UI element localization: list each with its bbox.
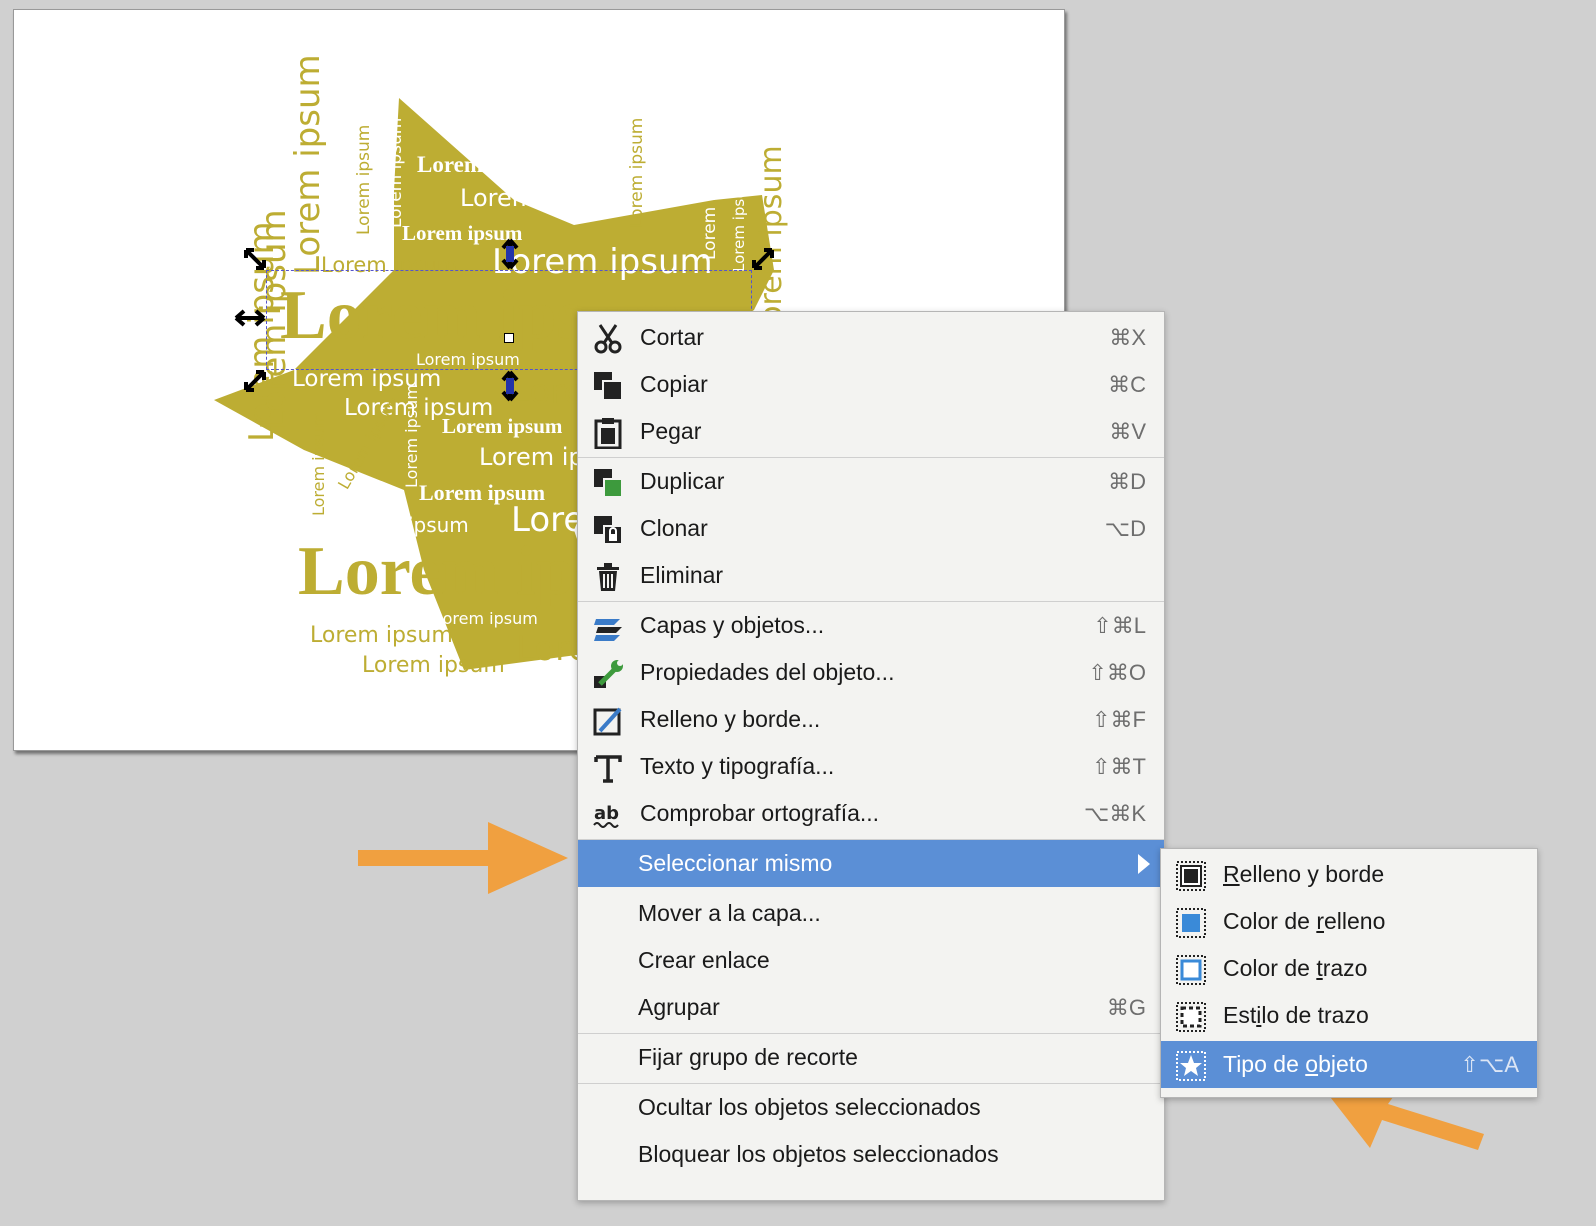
menu-item-comprobar-ortografia[interactable]: ab Comprobar ortografía... ⌥⌘K: [578, 790, 1164, 837]
menu-item-shortcut: ⌘C: [1108, 372, 1146, 397]
menu-item-agrupar[interactable]: Agrupar ⌘G: [578, 984, 1164, 1031]
menu-item-shortcut: ⇧⌘T: [1092, 754, 1146, 779]
spellcheck-icon: ab: [593, 803, 619, 828]
text-icon: [594, 755, 622, 783]
submenu-item-label: Color de trazo: [1223, 955, 1368, 981]
wrench-icon: [594, 660, 623, 688]
menu-item-label: Texto y tipografía...: [640, 753, 835, 779]
menu-item-label: Copiar: [640, 371, 708, 397]
menu-item-eliminar[interactable]: Eliminar: [578, 552, 1164, 599]
svg-text:ab: ab: [594, 803, 619, 824]
word-text: Lorem ipsum: [402, 384, 421, 488]
paste-icon: [594, 418, 622, 449]
callout-arrow-right-icon: [358, 822, 568, 894]
copy-icon: [594, 372, 623, 401]
menu-item-label: Seleccionar mismo: [638, 850, 833, 876]
menu-item-duplicar[interactable]: Duplicar ⌘D: [578, 458, 1164, 505]
word-text: Lorem ipsum: [386, 117, 406, 228]
submenu-item-relleno-y-borde[interactable]: Relleno y borde: [1161, 851, 1537, 898]
menu-item-pegar[interactable]: Pegar ⌘V: [578, 408, 1164, 455]
word-text: Lorem ipsum: [627, 117, 647, 228]
menu-item-relleno-y-borde[interactable]: Relleno y borde... ⇧⌘F: [578, 696, 1164, 743]
resize-handle-ne-icon[interactable]: [750, 246, 776, 272]
submenu-item-shortcut: ⇧⌥A: [1460, 1052, 1519, 1077]
submenu-seleccionar-mismo: Relleno y borde Color de relleno Color d…: [1160, 848, 1538, 1098]
menu-item-label: Mover a la capa...: [638, 900, 821, 926]
same-stroke-color-icon: [1176, 955, 1206, 985]
menu-item-clonar[interactable]: Clonar ⌥D: [578, 505, 1164, 552]
menu-item-label: Cortar: [640, 324, 704, 350]
menu-item-shortcut: ⌘G: [1106, 995, 1146, 1020]
trash-icon: [597, 563, 619, 591]
menu-item-cortar[interactable]: Cortar ⌘X: [578, 314, 1164, 361]
submenu-item-estilo-de-trazo[interactable]: Estilo de trazo: [1161, 992, 1537, 1039]
menu-item-shortcut: ⌥⌘K: [1083, 801, 1146, 826]
resize-handle-nw-icon[interactable]: [242, 246, 268, 272]
layers-icon: [594, 619, 622, 641]
same-object-type-icon: [1176, 1051, 1206, 1081]
menu-item-shortcut: ⌥D: [1104, 516, 1146, 541]
menu-item-label: Capas y objetos...: [640, 612, 825, 638]
resize-handle-n-icon[interactable]: [498, 238, 522, 270]
submenu-item-label: Color de relleno: [1223, 908, 1386, 934]
menu-item-fijar-grupo-de-recorte[interactable]: Fijar grupo de recorte: [578, 1034, 1164, 1081]
menu-item-mover-a-la-capa[interactable]: Mover a la capa...: [578, 890, 1164, 937]
submenu-item-label: Estilo de trazo: [1223, 1002, 1369, 1028]
word-text: Lorem ipsum: [288, 54, 328, 275]
menu-item-bloquear-objetos[interactable]: Bloquear los objetos seleccionados: [578, 1131, 1164, 1178]
word-text: Lorem ipsum: [309, 412, 328, 516]
submenu-item-label: Relleno y borde: [1223, 861, 1385, 887]
word-text: Lorem ipsum: [310, 623, 453, 648]
menu-item-seleccionar-mismo[interactable]: Seleccionar mismo: [578, 840, 1164, 887]
same-stroke-style-icon: [1176, 1002, 1206, 1032]
menu-item-shortcut: ⌘X: [1109, 325, 1146, 350]
word-text: Lorem ipsum: [417, 152, 549, 177]
resize-handle-w-icon[interactable]: [234, 306, 266, 330]
menu-item-label: Fijar grupo de recorte: [638, 1044, 858, 1070]
clone-icon: [594, 516, 623, 545]
menu-item-label: Bloquear los objetos seleccionados: [638, 1141, 999, 1167]
word-text: Lorem ipsum: [362, 653, 505, 678]
scissors-icon: [594, 324, 622, 354]
word-text: Lorem ipsum: [730, 174, 748, 272]
resize-handle-sw-icon[interactable]: [242, 368, 268, 394]
same-fill-stroke-icon: [1176, 861, 1206, 891]
submenu-item-color-de-trazo[interactable]: Color de trazo: [1161, 945, 1537, 992]
menu-item-shortcut: ⇧⌘L: [1093, 613, 1146, 638]
menu-item-label: Relleno y borde...: [640, 706, 821, 732]
menu-item-crear-enlace[interactable]: Crear enlace: [578, 937, 1164, 984]
menu-item-shortcut: ⌘D: [1108, 469, 1146, 494]
menu-item-shortcut: ⇧⌘F: [1092, 707, 1146, 732]
rotation-center-handle[interactable]: [504, 333, 514, 343]
fill-stroke-icon: [593, 707, 622, 736]
context-menu: Cortar ⌘X Copiar ⌘C Pegar ⌘V Duplicar ⌘D…: [577, 311, 1165, 1201]
menu-item-label: Comprobar ortografía...: [640, 800, 880, 826]
menu-item-capas-y-objetos[interactable]: Capas y objetos... ⇧⌘L: [578, 602, 1164, 649]
menu-item-shortcut: ⇧⌘O: [1088, 660, 1146, 685]
menu-item-shortcut: ⌘V: [1109, 419, 1146, 444]
submenu-item-tipo-de-objeto[interactable]: Tipo de objeto ⇧⌥A: [1161, 1041, 1537, 1088]
word-text: Lorem ipsum: [442, 414, 563, 438]
menu-item-propiedades-del-objeto[interactable]: Propiedades del objeto... ⇧⌘O: [578, 649, 1164, 696]
menu-item-copiar[interactable]: Copiar ⌘C: [578, 361, 1164, 408]
menu-item-texto-y-tipografia[interactable]: Texto y tipografía... ⇧⌘T: [578, 743, 1164, 790]
menu-item-label: Eliminar: [640, 562, 724, 588]
menu-item-label: Clonar: [640, 515, 708, 541]
menu-item-label: Ocultar los objetos seleccionados: [638, 1094, 981, 1120]
menu-item-label: Propiedades del objeto...: [640, 659, 895, 685]
submenu-item-label: Tipo de objeto: [1223, 1051, 1368, 1077]
duplicate-icon: [594, 469, 623, 498]
submenu-arrow-icon: [1138, 854, 1150, 874]
same-fill-color-icon: [1176, 908, 1206, 938]
menu-item-label: Duplicar: [640, 468, 725, 494]
word-text: Lorem ipsum: [354, 124, 374, 235]
menu-item-ocultar-objetos[interactable]: Ocultar los objetos seleccionados: [578, 1084, 1164, 1131]
resize-handle-s-icon[interactable]: [498, 370, 522, 402]
menu-item-label: Agrupar: [638, 994, 720, 1020]
word-text: Lorem ipsum: [460, 184, 616, 212]
submenu-item-color-de-relleno[interactable]: Color de relleno: [1161, 898, 1537, 945]
menu-item-label: Pegar: [640, 418, 702, 444]
menu-item-label: Crear enlace: [638, 947, 770, 973]
